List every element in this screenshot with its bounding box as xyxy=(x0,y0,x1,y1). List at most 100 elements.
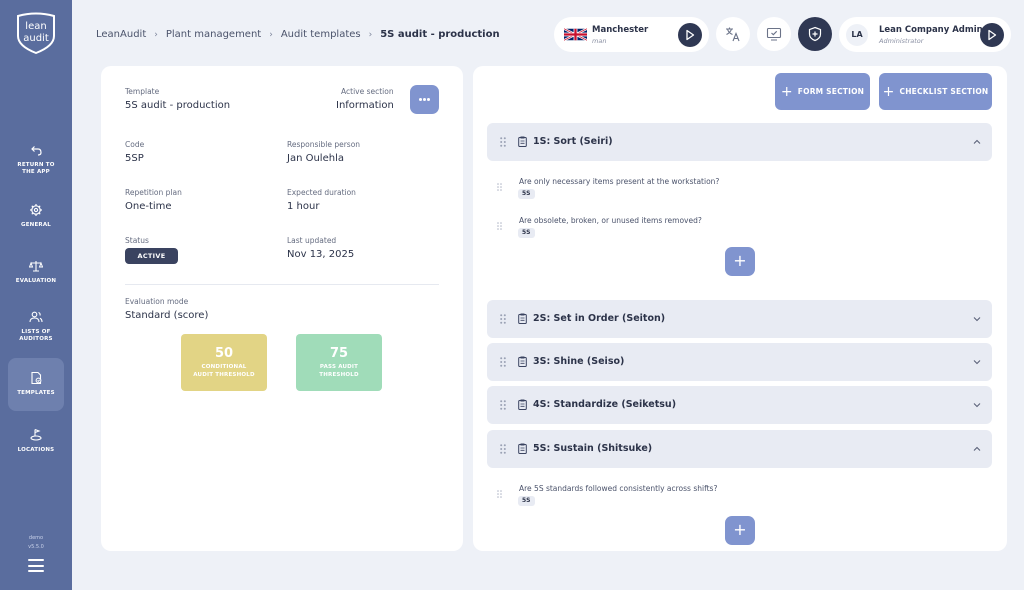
evaluation-mode-value: Standard (score) xyxy=(125,310,209,321)
admin-shield-button[interactable] xyxy=(798,17,832,51)
responsible-label: Responsible person xyxy=(287,140,361,149)
duration-value: 1 hour xyxy=(287,201,320,212)
clipboard-icon xyxy=(518,136,527,147)
location-code: man xyxy=(592,37,607,45)
code-value: 5SP xyxy=(125,153,144,164)
gear-icon xyxy=(30,204,42,216)
menu-icon[interactable] xyxy=(28,559,44,572)
section-header[interactable]: 5S: Sustain (Shitsuke) xyxy=(487,430,992,468)
sidebar-item-label: LISTS OF xyxy=(21,329,51,335)
updated-value: Nov 13, 2025 xyxy=(287,249,355,260)
question-text: Are obsolete, broken, or unused items re… xyxy=(519,216,702,225)
pass-threshold-label: THRESHOLD xyxy=(319,372,359,378)
question-item[interactable]: Are 5S standards followed consistently a… xyxy=(497,484,897,508)
divider xyxy=(125,284,439,285)
question-text: Are only necessary items present at the … xyxy=(519,177,720,186)
plus-icon: + xyxy=(733,520,747,539)
drag-handle-icon[interactable] xyxy=(500,137,506,147)
screen-check-button[interactable] xyxy=(757,17,791,51)
pass-threshold-value: 75 xyxy=(329,346,349,361)
user-play-button[interactable] xyxy=(980,23,1004,47)
drag-handle-icon[interactable] xyxy=(497,490,502,498)
conditional-threshold-value: 50 xyxy=(214,346,234,361)
add-question-button[interactable]: + xyxy=(725,247,755,276)
section-header[interactable]: 4S: Standardize (Seiketsu) xyxy=(487,386,992,424)
sidebar-item-label: RETURN TO xyxy=(17,162,55,168)
avatar: LA xyxy=(846,24,868,46)
add-checklist-section-button[interactable]: + CHECKLIST SECTION xyxy=(879,73,992,110)
sidebar-item-templates[interactable]: TEMPLATES xyxy=(8,358,64,411)
user-menu[interactable]: LA Lean Company Admin Administrator xyxy=(839,17,1011,52)
shield-plus-icon xyxy=(808,26,822,42)
plus-icon: + xyxy=(733,251,747,270)
section-title: 4S: Standardize (Seiketsu) xyxy=(533,399,677,410)
translate-button[interactable] xyxy=(716,17,750,51)
breadcrumb-item[interactable]: LeanAudit xyxy=(96,29,146,40)
drag-handle-icon[interactable] xyxy=(500,444,506,454)
users-icon xyxy=(29,311,43,323)
svg-text:lean: lean xyxy=(25,21,46,32)
question-text: Are 5S standards followed consistently a… xyxy=(519,484,718,493)
clipboard-icon xyxy=(518,399,527,410)
status-badge: ACTIVE xyxy=(125,248,178,264)
user-name: Lean Company Admin xyxy=(879,25,983,35)
add-form-section-button[interactable]: + FORM SECTION xyxy=(775,73,870,110)
more-options-button[interactable] xyxy=(410,85,439,114)
drag-handle-icon[interactable] xyxy=(497,222,502,230)
clipboard-icon xyxy=(518,356,527,367)
sidebar-item-label: THE APP xyxy=(22,169,50,175)
repetition-value: One-time xyxy=(125,201,172,212)
section-header[interactable]: 2S: Set in Order (Seiton) xyxy=(487,300,992,338)
templates-icon xyxy=(31,371,42,385)
sidebar-item-label: EVALUATION xyxy=(15,278,57,284)
question-item[interactable]: Are obsolete, broken, or unused items re… xyxy=(497,216,897,240)
breadcrumb-item[interactable]: Audit templates xyxy=(281,29,361,40)
drag-handle-icon[interactable] xyxy=(500,400,506,410)
breadcrumb: LeanAudit › Plant management › Audit tem… xyxy=(96,29,500,40)
question-item[interactable]: Are only necessary items present at the … xyxy=(497,177,897,201)
location-play-button[interactable] xyxy=(678,23,702,47)
sidebar-item-label: GENERAL xyxy=(20,222,52,228)
breadcrumb-item[interactable]: Plant management xyxy=(166,29,261,40)
pass-threshold-tile: 75 PASS AUDIT THRESHOLD xyxy=(296,334,382,391)
section-header[interactable]: 1S: Sort (Seiri) xyxy=(487,123,992,161)
add-form-section-label: FORM SECTION xyxy=(797,87,865,96)
chevron-right-icon: › xyxy=(368,29,373,40)
template-label: Template xyxy=(125,87,160,96)
sidebar-item-auditors[interactable]: LISTS OF AUDITORS xyxy=(8,310,64,350)
sections-card: + FORM SECTION + CHECKLIST SECTION 1S: S… xyxy=(473,66,1007,551)
section-title: 3S: Shine (Seiso) xyxy=(533,356,625,367)
evaluation-mode-label: Evaluation mode xyxy=(125,297,189,306)
sidebar-item-return[interactable]: RETURN TO THE APP xyxy=(8,143,64,179)
breadcrumb-current: 5S audit - production xyxy=(380,29,500,40)
sidebar-item-locations[interactable]: LOCATIONS xyxy=(8,428,64,458)
active-section-value: Information xyxy=(336,100,394,111)
section-title: 5S: Sustain (Shitsuke) xyxy=(533,443,653,454)
version-label: v5.5.0 xyxy=(28,544,44,550)
user-role: Administrator xyxy=(879,37,924,45)
add-checklist-section-label: CHECKLIST SECTION xyxy=(899,87,989,96)
chevron-up-icon[interactable] xyxy=(973,446,981,452)
section-title: 1S: Sort (Seiri) xyxy=(533,136,613,147)
active-section-label: Active section xyxy=(341,87,394,96)
uk-flag-icon xyxy=(564,28,587,41)
sidebar-item-general[interactable]: GENERAL xyxy=(8,203,64,233)
chevron-up-icon[interactable] xyxy=(973,139,981,145)
clipboard-icon xyxy=(518,443,527,454)
drag-handle-icon[interactable] xyxy=(500,357,506,367)
location-name: Manchester xyxy=(592,25,649,35)
location-selector[interactable]: Manchester man xyxy=(554,17,709,52)
sidebar-item-evaluation[interactable]: EVALUATION xyxy=(8,259,64,289)
conditional-threshold-label: AUDIT THRESHOLD xyxy=(193,372,255,378)
section-header[interactable]: 3S: Shine (Seiso) xyxy=(487,343,992,381)
add-question-button[interactable]: + xyxy=(725,516,755,545)
monitor-check-icon xyxy=(766,27,782,41)
play-icon xyxy=(686,29,695,41)
question-tag: 5S xyxy=(518,228,535,238)
chevron-down-icon[interactable] xyxy=(973,316,981,322)
leanaudit-logo[interactable]: lean audit xyxy=(14,12,58,54)
chevron-down-icon[interactable] xyxy=(973,359,981,365)
drag-handle-icon[interactable] xyxy=(497,183,502,191)
drag-handle-icon[interactable] xyxy=(500,314,506,324)
chevron-down-icon[interactable] xyxy=(973,402,981,408)
